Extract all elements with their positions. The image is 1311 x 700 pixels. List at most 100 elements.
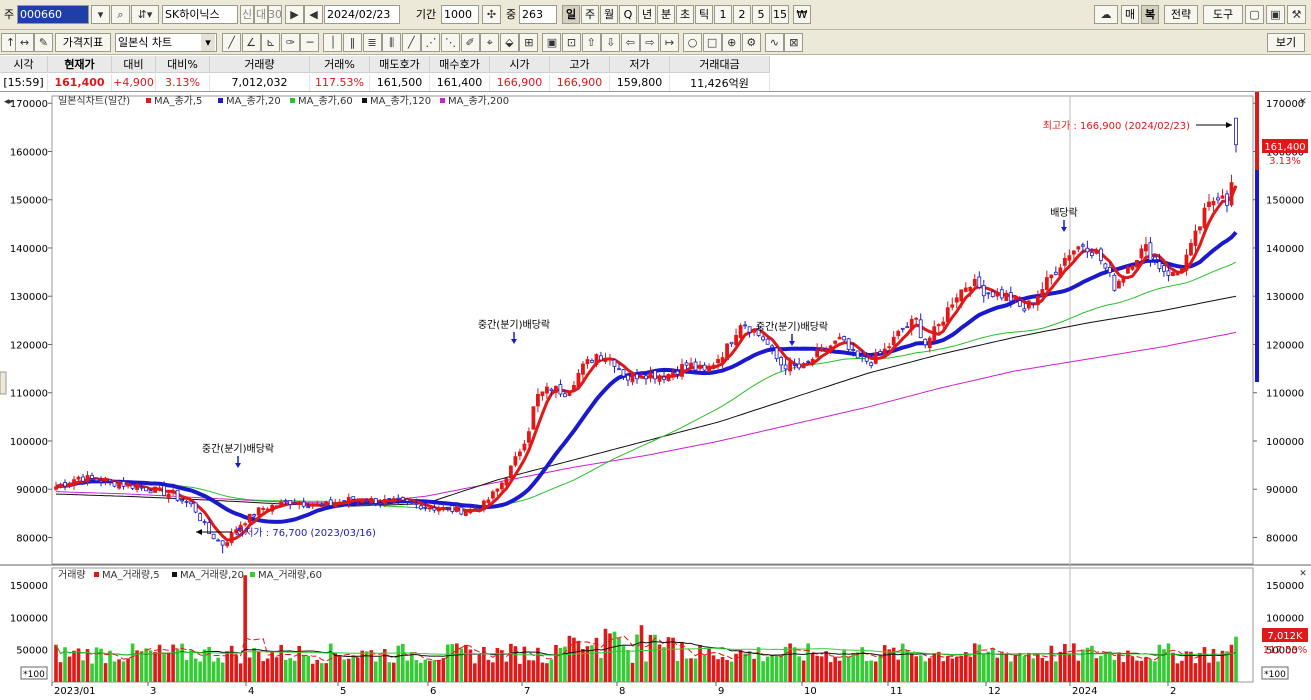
hline-icon[interactable]: ─ (300, 33, 320, 52)
chart-type-select[interactable]: 일본식 차트 ▾ (115, 33, 217, 52)
play-back-icon[interactable]: ◀ (304, 5, 323, 24)
price-indicator-button[interactable]: 가격지표 (55, 33, 111, 52)
price-chart[interactable]: 80000 80000 90000 90000 100000 100000 110000 11… (0, 92, 1311, 700)
gann-icon[interactable]: ⫼ (382, 33, 402, 52)
toolbar-right-button-3[interactable]: 도구 (1203, 5, 1243, 24)
fan-icon[interactable]: ⋰ (421, 33, 441, 52)
candle-body (1040, 289, 1045, 297)
candle-body (1166, 270, 1171, 276)
volume-bar (995, 657, 1000, 682)
volume-bar (729, 661, 734, 682)
angle2-icon[interactable]: ⊾ (261, 33, 281, 52)
period-button-11[interactable]: 15 (771, 5, 789, 24)
period-button-2[interactable]: 월 (600, 5, 618, 24)
candle-body (306, 506, 311, 509)
down-icon[interactable]: ⇩ (601, 33, 621, 52)
period-button-7[interactable]: 틱 (695, 5, 713, 24)
loan-tag[interactable]: 대 (254, 5, 268, 24)
period-button-6[interactable]: 초 (676, 5, 694, 24)
candle-body (1094, 251, 1099, 254)
price-panel-close-icon[interactable]: ✕ (1299, 97, 1307, 107)
chevron-down-icon[interactable]: ▾ (91, 5, 110, 24)
grid-icon[interactable]: ⊞ (519, 33, 539, 52)
toolbar-right-button-0[interactable]: 매 (1121, 5, 1139, 24)
edit-icon[interactable]: ✎ (34, 33, 53, 52)
vline-icon[interactable]: │ (323, 33, 343, 52)
channel-icon[interactable]: ‖ (343, 33, 362, 52)
expand-icon[interactable]: ✣ (482, 5, 501, 24)
jump-icon[interactable]: ↦ (660, 33, 679, 52)
up-icon[interactable]: ⇧ (581, 33, 601, 52)
settings-icon[interactable]: ⚙ (741, 33, 761, 52)
y-tick-right-0: 80000 (1266, 533, 1298, 544)
arrow-horizontal-icon[interactable]: ↔ (15, 33, 34, 52)
candle-body (166, 493, 171, 499)
view-button[interactable]: 보기 (1267, 33, 1305, 52)
period-button-5[interactable]: 분 (657, 5, 675, 24)
volume-bar (441, 658, 446, 682)
volume-bar (274, 657, 279, 682)
pen-icon[interactable]: ✑ (280, 33, 300, 52)
window-icon[interactable]: ▢ (1245, 5, 1264, 24)
candle-body (90, 474, 94, 479)
trend-icon[interactable]: ╱ (401, 33, 421, 52)
date-input[interactable]: 2024/02/23 (324, 5, 400, 24)
zoom-icon[interactable]: ⊕ (722, 33, 742, 52)
angle-icon[interactable]: ∠ (241, 33, 261, 52)
search-icon[interactable]: ⌕ (111, 5, 130, 24)
close-box-icon[interactable]: ⊠ (784, 33, 804, 52)
right-icon[interactable]: ⇨ (640, 33, 660, 52)
period-button-3[interactable]: Q (619, 5, 637, 24)
period-button-9[interactable]: 2 (733, 5, 751, 24)
candle-body (644, 375, 648, 380)
fib-icon[interactable]: ≣ (362, 33, 382, 52)
toolbar-right-button-1[interactable]: 복 (1141, 5, 1159, 24)
candle-body (76, 476, 81, 480)
view-count-input[interactable]: 263 (519, 5, 557, 24)
candle-body (1117, 280, 1121, 289)
candle-body (1144, 244, 1148, 252)
wrench-icon[interactable]: ⚒ (1287, 5, 1306, 24)
candle-body (936, 324, 941, 327)
volume-bar (410, 652, 414, 682)
scroll-arrows-icon[interactable]: ◂▸ (4, 97, 14, 107)
rect-icon[interactable]: □ (702, 33, 722, 52)
candle-body (108, 479, 112, 482)
candle-body (112, 481, 117, 487)
left-icon[interactable]: ⇦ (620, 33, 640, 52)
drawing-toolbar: ↑ ↔ ✎ 가격지표 일본식 차트 ▾ ╱ ∠ ⊾ ✑ ─ │ ‖ ≣ ⫼ ╱ ⋰ ⋱ ✐ ⌖ ⬙ ⊞ ▣ ⊡ ⇧ ⇩… (0, 30, 1311, 55)
table-icon[interactable]: ▣ (542, 33, 562, 52)
stock-code-input[interactable]: 000660 (17, 5, 89, 24)
save-icon[interactable]: ▣ (1266, 5, 1285, 24)
target-icon[interactable]: ⌖ (480, 33, 500, 52)
fan2-icon[interactable]: ⋱ (441, 33, 460, 52)
candle-body (995, 291, 1000, 297)
zoom-box-icon[interactable]: ⊡ (562, 33, 581, 52)
cloud-icon[interactable]: ☁ (1094, 5, 1118, 24)
period-button-0[interactable]: 일 (562, 5, 580, 24)
left-panel-handle[interactable] (0, 371, 7, 395)
circle-icon[interactable]: ○ (683, 33, 702, 52)
credit-tag[interactable]: 신 (240, 5, 254, 24)
play-forward-icon[interactable]: ▶ (285, 5, 304, 24)
wave-icon[interactable]: ∿ (764, 33, 784, 52)
period-button-12[interactable]: ₩ (793, 5, 811, 24)
candle-body (1107, 267, 1112, 273)
period-button-8[interactable]: 1 (714, 5, 732, 24)
toolbar-right-button-2[interactable]: 전략 (1164, 5, 1198, 24)
eraser-icon[interactable]: ⬙ (499, 33, 519, 52)
volume-bar (337, 656, 342, 682)
candle-body (360, 500, 365, 503)
brush-icon[interactable]: ✐ (460, 33, 480, 52)
candle-body (72, 479, 76, 486)
sort-icon[interactable]: ⇵▾ (131, 5, 159, 24)
period-input[interactable]: 1000 (441, 5, 479, 24)
line-icon[interactable]: ╱ (222, 33, 241, 52)
volume-panel-close-icon[interactable]: ✕ (1299, 569, 1307, 579)
period-button-4[interactable]: 년 (638, 5, 656, 24)
margin-tag[interactable]: 30 (268, 5, 282, 24)
period-button-1[interactable]: 주 (581, 5, 599, 24)
stock-name-input[interactable]: SK하이닉스 (162, 5, 238, 24)
quote-value-3: 3.13% (156, 74, 210, 91)
period-button-10[interactable]: 5 (752, 5, 770, 24)
